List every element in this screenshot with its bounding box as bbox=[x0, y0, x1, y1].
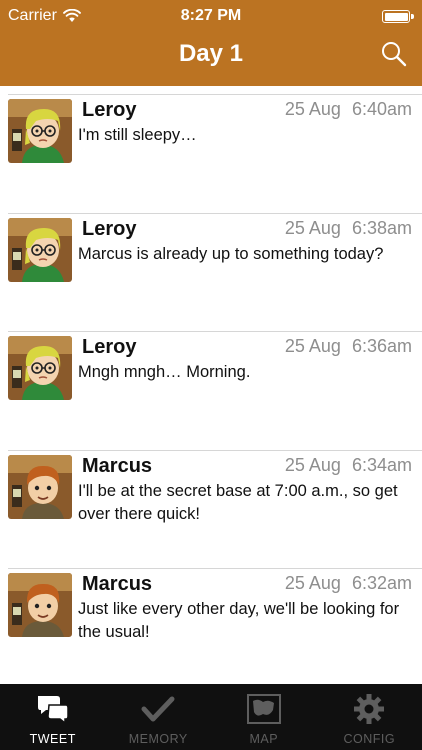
tweet-row[interactable]: Leroy 25 Aug 6:40am I'm still sleepy… bbox=[0, 86, 422, 205]
post-time: 6:34am bbox=[351, 454, 412, 475]
row-divider bbox=[8, 449, 422, 451]
post-date: 25 Aug bbox=[284, 573, 341, 593]
author-name: Leroy bbox=[82, 336, 137, 358]
post-date: 25 Aug bbox=[284, 217, 341, 238]
tab-label: CONFIG bbox=[343, 732, 396, 746]
post-time: 6:32am bbox=[351, 573, 412, 593]
author-name: Leroy bbox=[82, 217, 137, 240]
timestamp: 25 Aug 6:38am bbox=[285, 218, 412, 239]
status-bar: Carrier 8:27 PM bbox=[0, 0, 422, 32]
search-icon[interactable] bbox=[380, 40, 408, 68]
author-name: Marcus bbox=[82, 573, 153, 595]
tab-map[interactable]: MAP bbox=[211, 684, 317, 750]
tab-tweet[interactable]: TWEET bbox=[0, 684, 106, 750]
avatar[interactable] bbox=[8, 99, 72, 163]
post-time: 6:40am bbox=[351, 99, 412, 119]
post-date: 25 Aug bbox=[284, 336, 341, 356]
timestamp: 25 Aug 6:32am bbox=[285, 573, 412, 594]
author-name: Marcus bbox=[82, 454, 153, 477]
page-title: Day 1 bbox=[178, 40, 244, 67]
tab-label: MAP bbox=[249, 732, 279, 746]
tweet-text: Just like every other day, we'll be look… bbox=[78, 600, 400, 641]
row-divider bbox=[8, 212, 422, 214]
tweet-row[interactable]: Leroy 25 Aug 6:38am Marcus is already up to… bbox=[0, 205, 422, 324]
post-date: 25 Aug bbox=[284, 454, 341, 475]
tweet-row[interactable]: Marcus 25 Aug 6:34am I'll be at the secret … bbox=[0, 442, 422, 561]
timestamp: 25 Aug 6:36am bbox=[285, 336, 412, 357]
post-date: 25 Aug bbox=[284, 99, 341, 119]
row-divider bbox=[8, 94, 422, 95]
avatar[interactable] bbox=[8, 336, 72, 400]
tweet-row[interactable]: Leroy 25 Aug 6:36am Mngh mngh… Morning. bbox=[0, 323, 422, 442]
post-time: 6:38am bbox=[351, 217, 412, 238]
tab-bar: TWEET MEMORY MAP CONFIG bbox=[0, 684, 422, 750]
status-time: 8:27 PM bbox=[180, 7, 242, 24]
post-time: 6:36am bbox=[351, 336, 412, 356]
tab-label: TWEET bbox=[29, 732, 76, 746]
tweet-text: Mngh mngh… Morning. bbox=[78, 363, 251, 381]
timestamp: 25 Aug 6:34am bbox=[285, 455, 412, 476]
tab-memory[interactable]: MEMORY bbox=[106, 684, 212, 750]
avatar[interactable] bbox=[8, 573, 72, 637]
tweet-feed[interactable]: Leroy 25 Aug 6:40am I'm still sleepy… Leroy 2… bbox=[0, 86, 422, 684]
battery-icon bbox=[382, 10, 414, 23]
row-divider bbox=[8, 331, 422, 332]
tweet-text: Marcus is already up to something today? bbox=[78, 244, 384, 263]
avatar[interactable] bbox=[8, 217, 72, 282]
tweet-text: I'm still sleepy… bbox=[78, 126, 197, 144]
navigation-header: Carrier 8:27 PM Day 1 bbox=[0, 0, 422, 86]
tweet-text: I'll be at the secret base at 7:00 a.m.,… bbox=[78, 481, 398, 523]
author-name: Leroy bbox=[82, 99, 137, 121]
tab-label: MEMORY bbox=[128, 732, 188, 746]
timestamp: 25 Aug 6:40am bbox=[285, 99, 412, 120]
row-divider bbox=[8, 568, 422, 569]
tweet-row[interactable]: Marcus 25 Aug 6:32am Just like every other … bbox=[0, 560, 422, 679]
tab-config[interactable]: CONFIG bbox=[317, 684, 422, 750]
avatar[interactable] bbox=[8, 454, 72, 519]
